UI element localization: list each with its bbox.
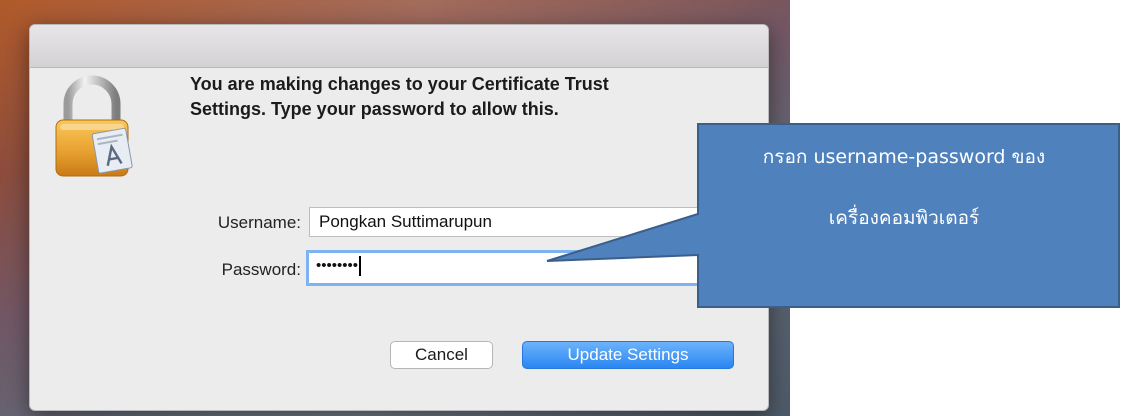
callout-line-1: กรอก username-password ของ <box>762 146 1046 168</box>
username-field[interactable]: Pongkan Suttimarupun <box>309 207 749 237</box>
dialog-titlebar[interactable] <box>30 25 768 68</box>
message-line-2: Settings. Type your password to allow th… <box>190 99 559 119</box>
authentication-dialog: You are making changes to your Certifica… <box>29 24 769 411</box>
message-line-1: You are making changes to your Certifica… <box>190 74 609 94</box>
screenshot-stage: You are making changes to your Certifica… <box>0 0 1128 416</box>
callout-line-2: เครื่องคอมพิวเตอร์ <box>828 207 980 229</box>
update-settings-button[interactable]: Update Settings <box>522 341 734 369</box>
username-label: Username: <box>217 213 301 232</box>
password-dots: •••••••• <box>316 257 359 274</box>
cancel-button[interactable]: Cancel <box>390 341 493 369</box>
password-label: Password: <box>221 260 301 279</box>
dialog-message: You are making changes to your Certifica… <box>190 72 750 122</box>
lock-icon <box>55 75 133 177</box>
password-field[interactable]: •••••••• <box>306 250 752 286</box>
callout-text: กรอก username-password ของ เครื่องคอมพิว… <box>700 146 1108 230</box>
text-caret <box>359 255 362 276</box>
